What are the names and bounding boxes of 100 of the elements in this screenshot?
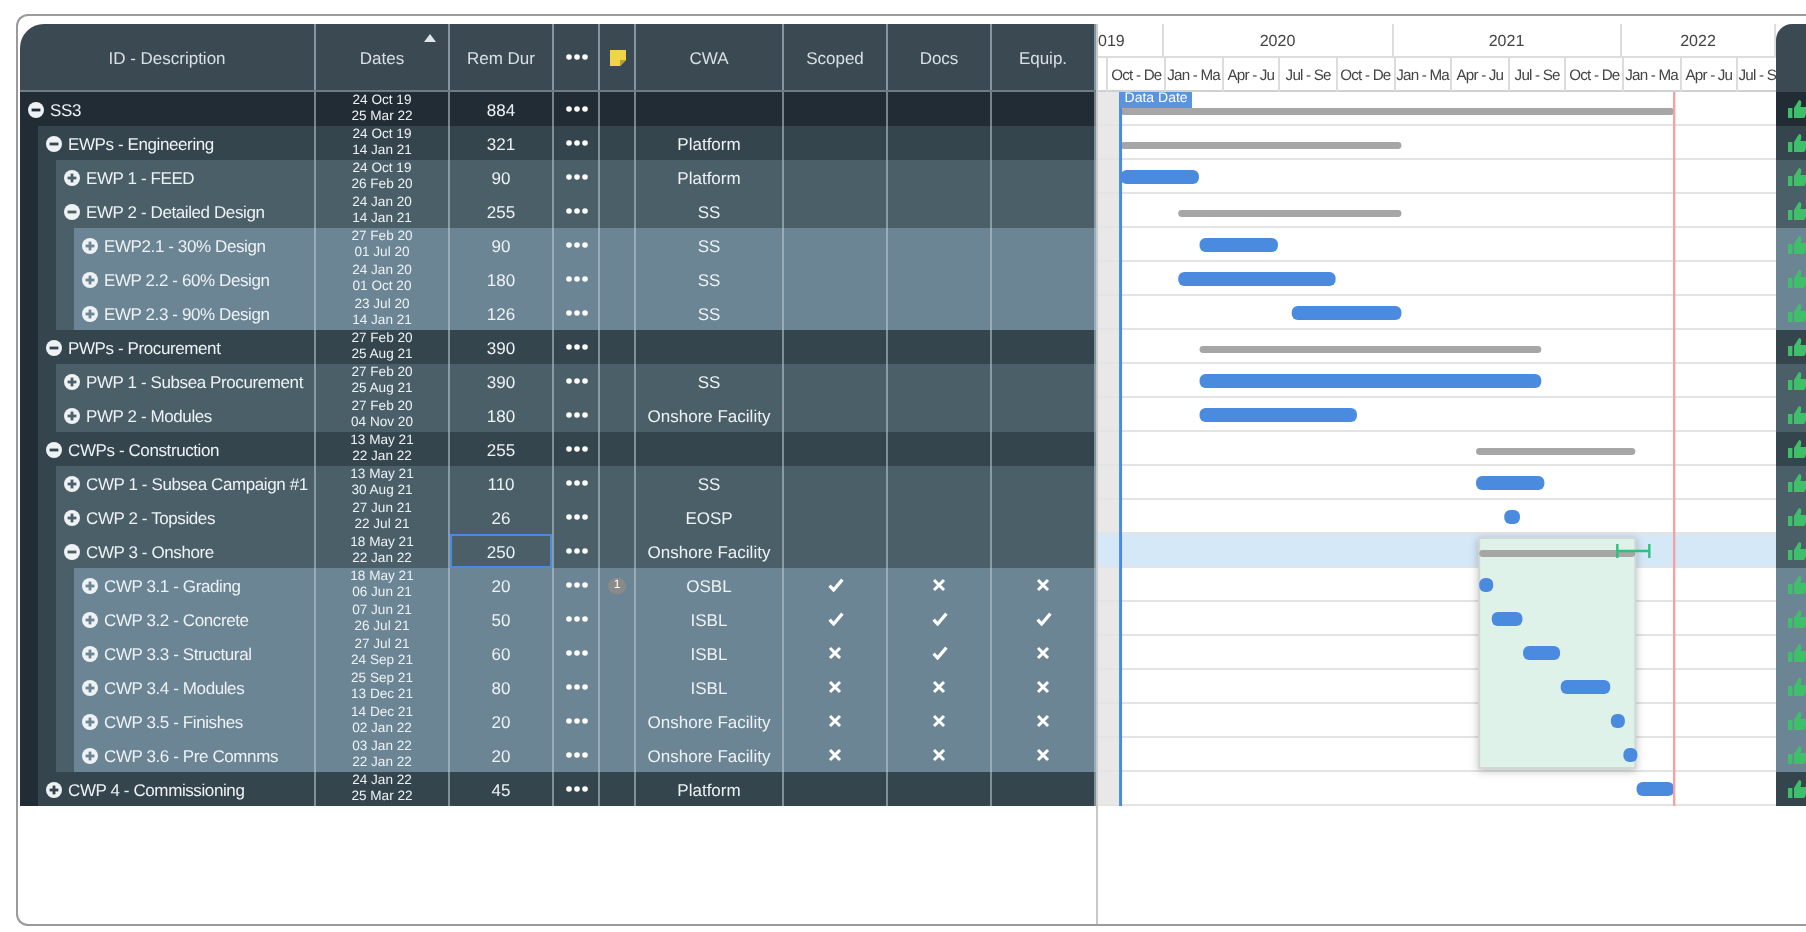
thumbs-up-icon[interactable]	[1788, 440, 1806, 458]
duration-value[interactable]: 45	[450, 772, 552, 806]
column-header[interactable]: ID - Description	[108, 47, 226, 67]
duration-value[interactable]: 390	[450, 330, 552, 364]
task-bar[interactable]	[1476, 476, 1545, 490]
more-icon[interactable]	[565, 106, 587, 112]
cwa-value: Platform	[677, 133, 741, 153]
thumbs-up-icon[interactable]	[1788, 168, 1806, 186]
thumbs-up-icon[interactable]	[1788, 134, 1806, 152]
column-header[interactable]: Docs	[919, 47, 959, 67]
thumbs-up-icon[interactable]	[1788, 780, 1806, 798]
task-name: PWP 2 - Modules	[86, 405, 212, 425]
collapse-icon[interactable]	[46, 441, 62, 457]
task-name: CWPs - Construction	[68, 439, 220, 459]
task-bar[interactable]	[1560, 680, 1611, 694]
duration-value[interactable]: 180	[450, 398, 552, 432]
more-icon[interactable]	[565, 174, 587, 180]
thumbs-up-icon[interactable]	[1788, 678, 1806, 696]
task-name: CWP 3.6 - Pre Comnms	[104, 745, 279, 765]
task-bar[interactable]	[1199, 238, 1278, 252]
note-icon[interactable]	[609, 49, 625, 65]
task-name: CWP 3.3 - Structural	[104, 643, 252, 663]
collapse-icon[interactable]	[46, 339, 62, 355]
duration-value[interactable]: 20	[450, 704, 552, 738]
duration-value[interactable]: 250	[450, 534, 552, 568]
thumbs-up-icon[interactable]	[1788, 270, 1806, 288]
thumbs-up-icon[interactable]	[1788, 542, 1806, 560]
task-bar[interactable]	[1120, 170, 1199, 184]
collapse-icon[interactable]	[28, 101, 44, 117]
duration-value[interactable]: 126	[450, 296, 552, 330]
task-bar[interactable]	[1636, 782, 1675, 796]
task-name: CWP 1 - Subsea Campaign #1	[86, 473, 308, 493]
duration-value[interactable]: 390	[450, 364, 552, 398]
task-name: EWPs - Engineering	[68, 133, 214, 153]
more-icon[interactable]	[565, 786, 587, 792]
more-icon[interactable]	[565, 344, 587, 350]
duration-value[interactable]: 110	[450, 466, 552, 500]
expand-icon[interactable]	[64, 509, 80, 525]
thumbs-up-icon[interactable]	[1788, 746, 1806, 764]
task-name: CWP 3.4 - Modules	[104, 677, 245, 697]
duration-value[interactable]: 180	[450, 262, 552, 296]
duration-value[interactable]: 255	[450, 194, 552, 228]
expand-icon[interactable]	[64, 407, 80, 423]
thumbs-up-icon[interactable]	[1788, 406, 1806, 424]
duration-value[interactable]: 26	[450, 500, 552, 534]
thumbs-up-icon[interactable]	[1788, 712, 1806, 730]
column-header[interactable]: CWA	[689, 47, 729, 67]
duration-value[interactable]: 90	[450, 160, 552, 194]
duration-value[interactable]: 80	[450, 670, 552, 704]
thumbs-up-icon[interactable]	[1788, 338, 1806, 356]
cwa-value: Onshore Facility	[647, 405, 771, 425]
duration-value[interactable]: 321	[450, 126, 552, 160]
cwa-value: SS	[697, 235, 721, 255]
duration-value[interactable]: 884	[450, 92, 552, 126]
more-icon[interactable]	[565, 54, 587, 60]
column-header[interactable]: Dates	[359, 47, 405, 67]
task-bar[interactable]	[1523, 646, 1561, 660]
duration-value[interactable]: 90	[450, 228, 552, 262]
thumbs-up-icon[interactable]	[1788, 576, 1806, 594]
expand-icon[interactable]	[64, 475, 80, 491]
collapse-icon[interactable]	[64, 203, 80, 219]
duration-value[interactable]: 60	[450, 636, 552, 670]
thumbs-up-icon[interactable]	[1788, 202, 1806, 220]
expand-icon[interactable]	[46, 781, 62, 797]
duration-value[interactable]: 255	[450, 432, 552, 466]
cwa-value: Onshore Facility	[647, 541, 771, 561]
more-icon[interactable]	[565, 208, 587, 214]
thumbs-up-icon[interactable]	[1788, 508, 1806, 526]
thumbs-up-icon[interactable]	[1788, 644, 1806, 662]
more-icon[interactable]	[565, 514, 587, 520]
duration-value[interactable]: 20	[450, 738, 552, 772]
more-icon[interactable]	[565, 446, 587, 452]
more-icon[interactable]	[565, 412, 587, 418]
year-label: 2021	[1393, 24, 1622, 56]
thumbs-up-icon[interactable]	[1788, 304, 1806, 322]
duration-value[interactable]: 50	[450, 602, 552, 636]
thumbs-up-icon[interactable]	[1788, 100, 1806, 118]
column-header[interactable]: Rem Dur	[466, 47, 535, 67]
cwa-value: EOSP	[685, 507, 733, 527]
more-icon[interactable]	[565, 548, 587, 554]
cwa-value: ISBL	[690, 609, 728, 629]
column-header[interactable]: Equip.	[1018, 47, 1068, 67]
task-name: CWP 4 - Commissioning	[68, 779, 245, 799]
thumbs-up-icon[interactable]	[1788, 610, 1806, 628]
collapse-icon[interactable]	[64, 543, 80, 559]
expand-icon[interactable]	[64, 373, 80, 389]
cwa-value: Platform	[677, 167, 741, 187]
expand-icon[interactable]	[64, 169, 80, 185]
more-icon[interactable]	[565, 378, 587, 384]
task-bar[interactable]	[1291, 306, 1402, 320]
duration-value[interactable]: 20	[450, 568, 552, 602]
collapse-icon[interactable]	[46, 135, 62, 151]
thumbs-up-icon[interactable]	[1788, 474, 1806, 492]
more-icon[interactable]	[565, 480, 587, 486]
thumbs-up-icon[interactable]	[1788, 372, 1806, 390]
task-bar[interactable]	[1178, 272, 1336, 286]
more-icon[interactable]	[565, 140, 587, 146]
task-bar[interactable]	[1504, 510, 1520, 524]
column-header[interactable]: Scoped	[806, 47, 864, 67]
thumbs-up-icon[interactable]	[1788, 236, 1806, 254]
